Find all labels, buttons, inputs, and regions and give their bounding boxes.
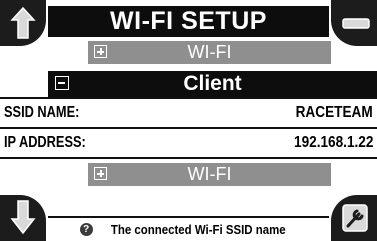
ip-address-row[interactable]: IP ADDRESS: 192.168.1.22: [0, 129, 377, 157]
section-label: WI-FI: [187, 164, 232, 184]
arrow-up-icon: [10, 6, 36, 39]
scroll-up-button[interactable]: [0, 0, 46, 46]
ssid-value: RACETEAM: [295, 104, 373, 121]
ip-address-value: 192.168.1.22: [293, 134, 373, 151]
ip-address-label: IP ADDRESS:: [4, 134, 86, 151]
minus-icon: [342, 18, 370, 29]
wifi-section-header-top[interactable]: WI-FI: [88, 41, 331, 64]
question-icon: ?: [79, 223, 93, 237]
help-text: The connected Wi-Fi SSID name: [110, 221, 286, 237]
client-section-header[interactable]: Client: [48, 71, 377, 97]
page-title: WI-FI SETUP: [48, 6, 329, 37]
ssid-label: SSID NAME:: [4, 104, 80, 121]
wifi-section-header-bottom[interactable]: WI-FI: [88, 163, 331, 186]
divider: [0, 157, 377, 159]
section-label: Client: [183, 72, 242, 95]
arrow-down-icon: [10, 200, 36, 235]
minus-button[interactable]: [331, 0, 377, 46]
scroll-down-button[interactable]: [0, 195, 46, 241]
help-footer: ? The connected Wi-Fi SSID name: [48, 218, 329, 240]
settings-wrench-icon: [342, 204, 368, 232]
ssid-row[interactable]: SSID NAME: RACETEAM: [0, 99, 377, 127]
section-label: WI-FI: [187, 42, 232, 62]
wifi-setup-screen: WI-FI SETUP WI-FI Client SSID NAME: RACE…: [0, 0, 377, 241]
settings-button[interactable]: [331, 195, 377, 241]
